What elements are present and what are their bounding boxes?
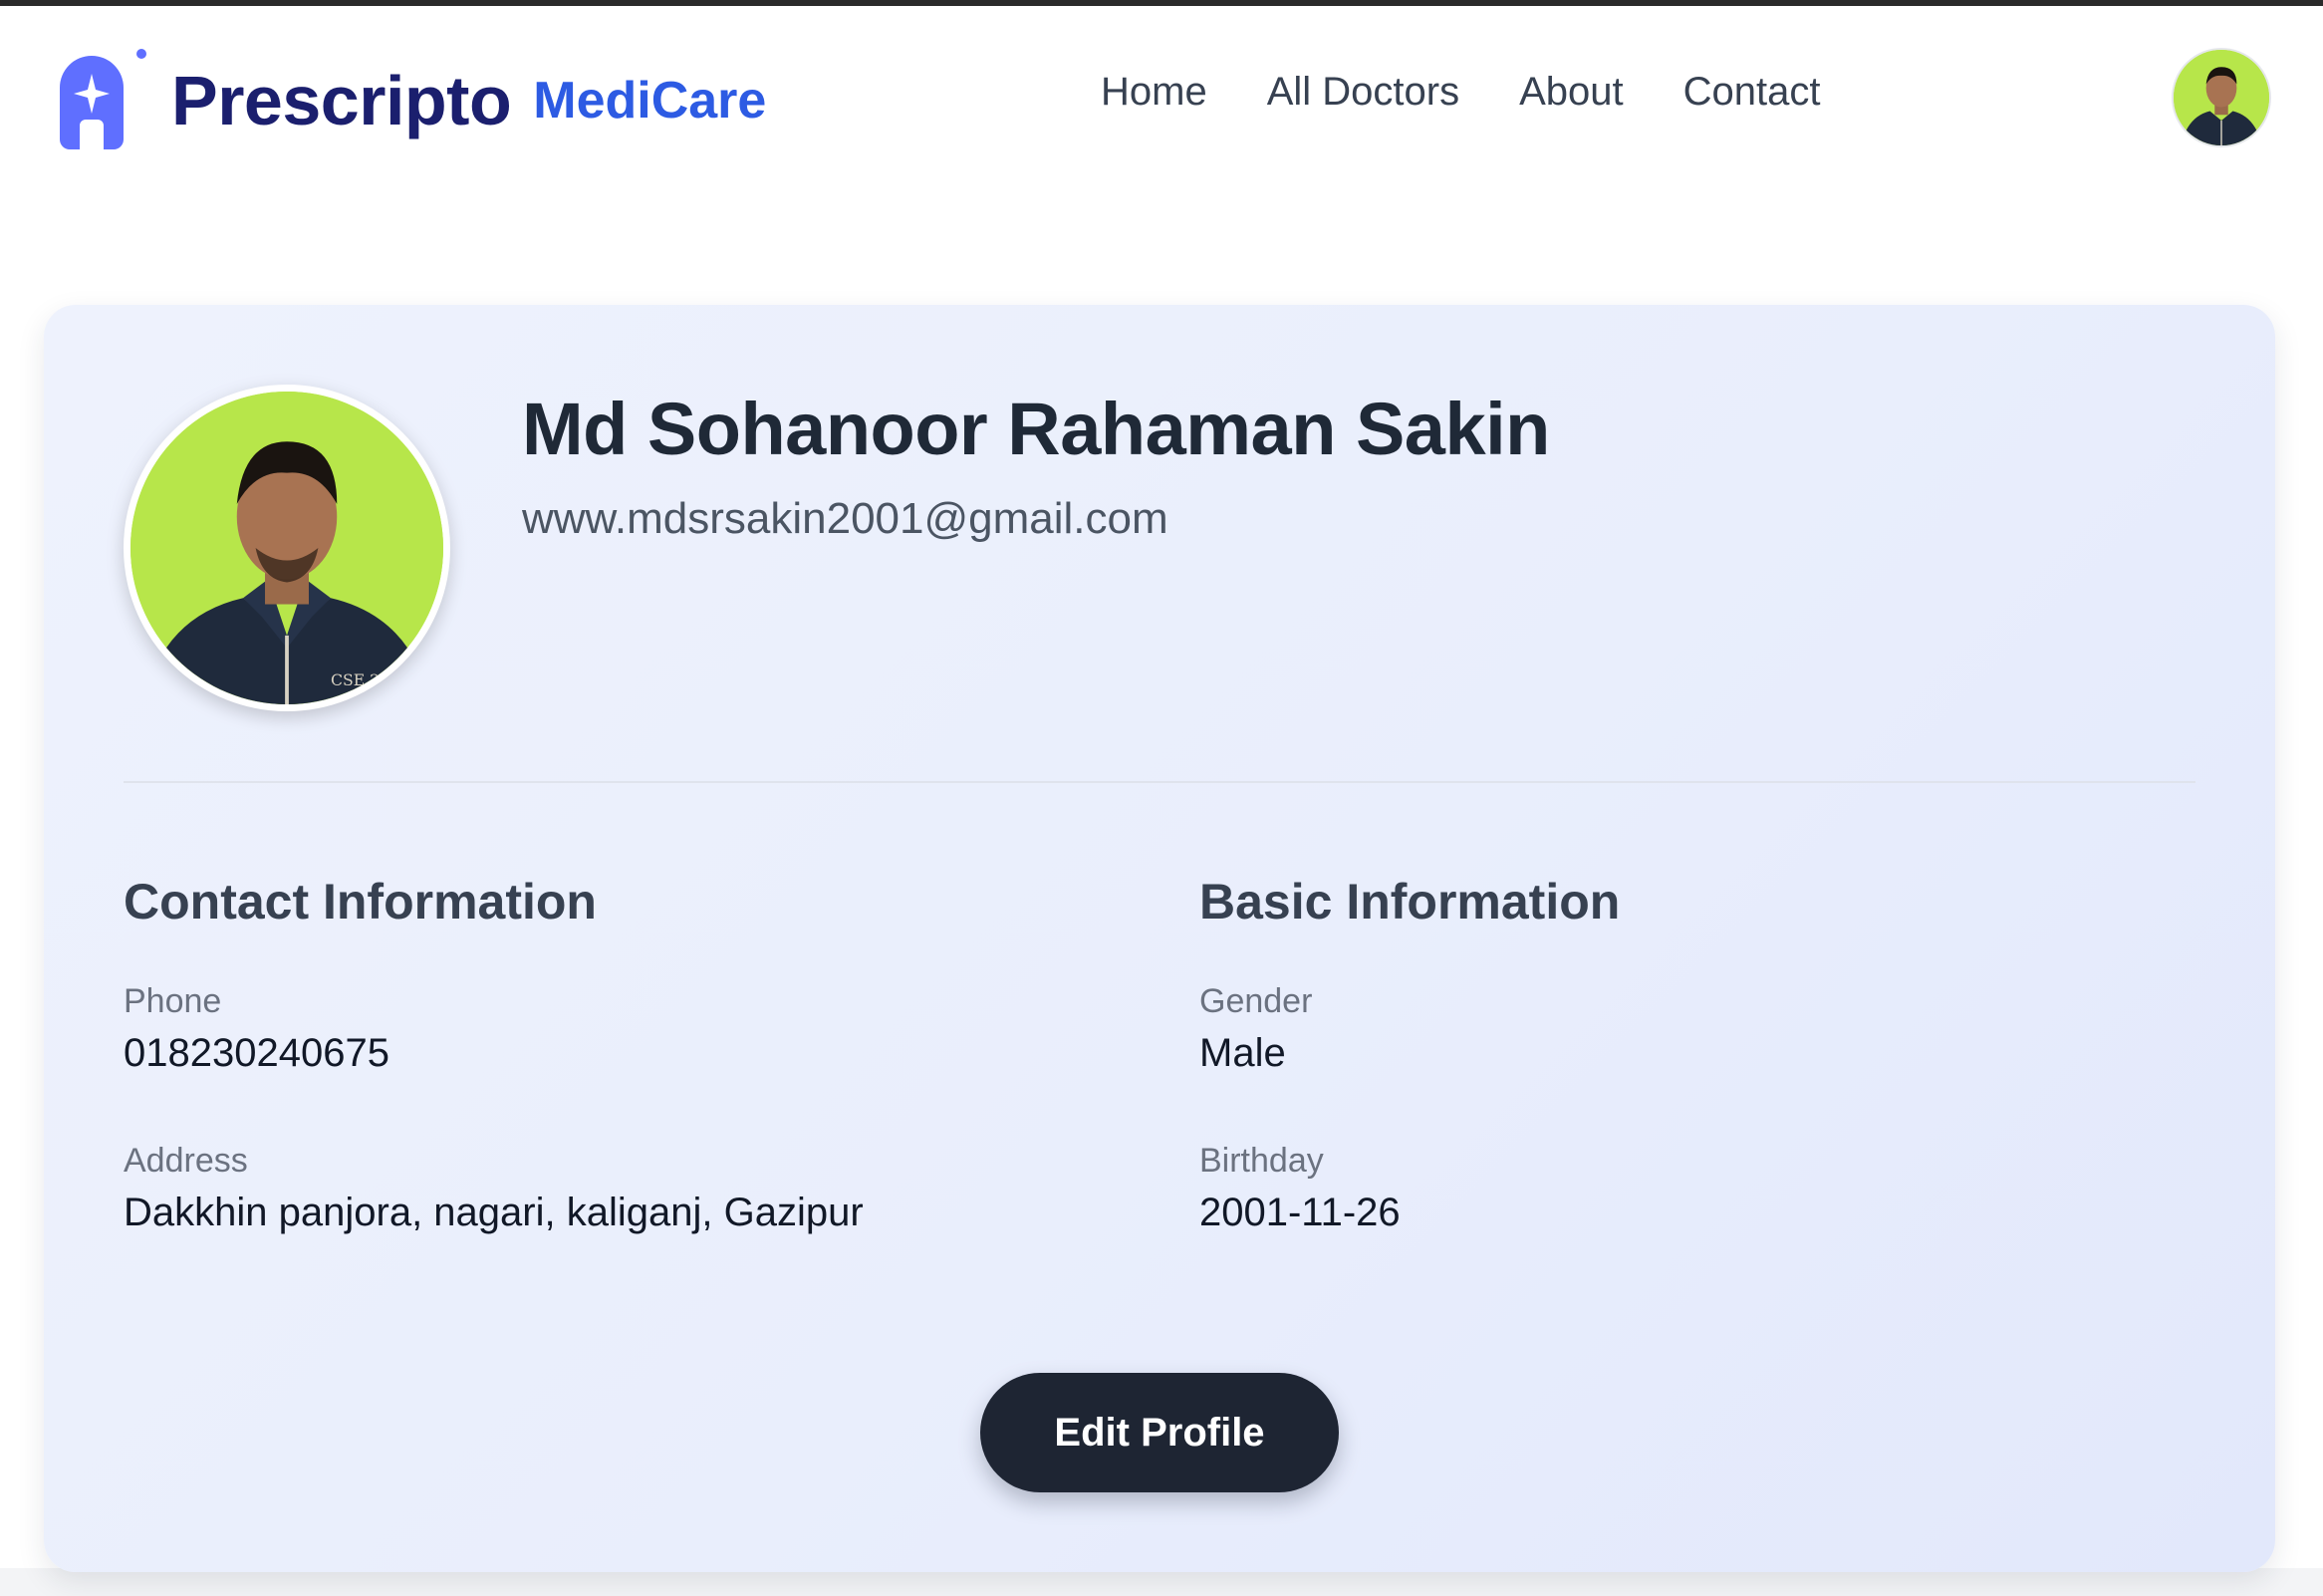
edit-profile-button[interactable]: Edit Profile: [980, 1373, 1339, 1492]
address-label: Address: [124, 1142, 248, 1180]
nav-contact[interactable]: Contact: [1683, 70, 1821, 115]
nav-about[interactable]: About: [1519, 70, 1624, 115]
profile-photo-image: CSE 21: [130, 392, 443, 704]
user-avatar: [2174, 50, 2269, 145]
gender-value: Male: [1199, 1031, 1286, 1075]
birthday-value: 2001-11-26: [1199, 1191, 1401, 1234]
divider: [124, 781, 2195, 783]
user-avatar-menu[interactable]: [2172, 48, 2271, 147]
brand-subtitle: MediCare: [533, 72, 767, 130]
address-value: Dakkhin panjora, nagari, kaliganj, Gazip…: [124, 1191, 864, 1234]
main-nav: Home All Doctors About Contact: [1101, 70, 1820, 115]
svg-text:CSE 21: CSE 21: [331, 670, 389, 689]
phone-label: Phone: [124, 982, 222, 1020]
birthday-label: Birthday: [1199, 1142, 1324, 1180]
profile-page: CSE 21 Md Sohanoor Rahaman Sakin www.mds…: [0, 185, 2323, 1572]
nav-all-doctors[interactable]: All Doctors: [1267, 70, 1459, 115]
prescripto-logo-icon: [60, 49, 146, 149]
profile-card: CSE 21 Md Sohanoor Rahaman Sakin www.mds…: [44, 305, 2275, 1572]
profile-name: Md Sohanoor Rahaman Sakin: [522, 388, 1550, 470]
profile-email: www.mdsrsakin2001@gmail.com: [522, 494, 1168, 543]
logo[interactable]: Prescripto MediCare: [46, 46, 766, 155]
phone-value: 018230240675: [124, 1031, 389, 1075]
navbar: Prescripto MediCare Home All Doctors Abo…: [0, 6, 2323, 185]
brand-name: Prescripto: [171, 62, 512, 139]
contact-information-section: Contact Information Phone 018230240675 A…: [124, 873, 1020, 1301]
nav-home[interactable]: Home: [1101, 70, 1207, 115]
section-title-basic: Basic Information: [1199, 874, 1621, 930]
section-title-contact: Contact Information: [124, 874, 597, 930]
basic-information-section: Basic Information Gender Male Birthday 2…: [1199, 873, 2096, 1301]
gender-label: Gender: [1199, 982, 1313, 1020]
profile-photo: CSE 21: [124, 385, 450, 711]
